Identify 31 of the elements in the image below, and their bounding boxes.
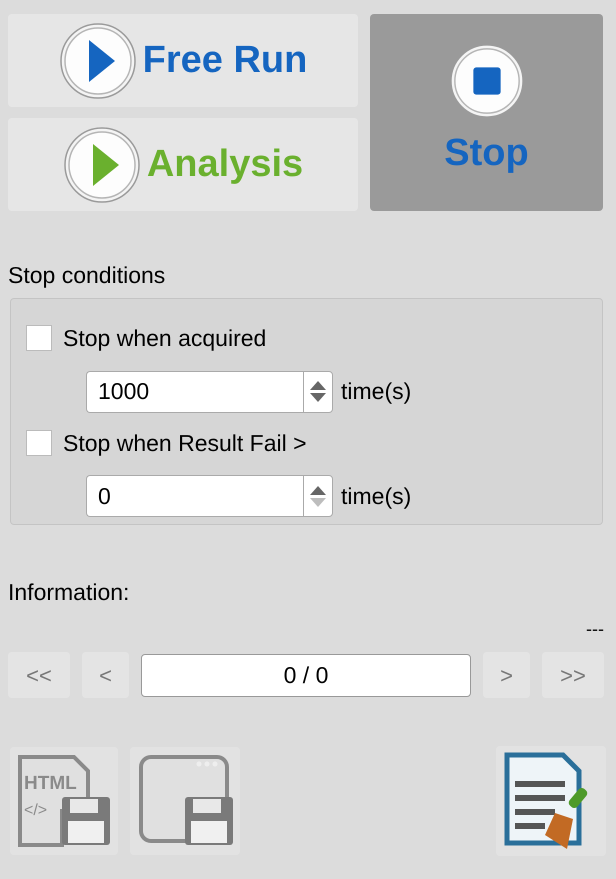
first-button[interactable]: << xyxy=(8,652,70,698)
spin-control[interactable] xyxy=(303,370,333,412)
stop-icon xyxy=(448,43,524,119)
position-field: 0 / 0 xyxy=(141,654,471,696)
save-window-button[interactable] xyxy=(130,747,240,855)
checkbox-label: Stop when Result Fail > xyxy=(63,428,307,458)
stop-button[interactable]: Stop xyxy=(370,14,603,211)
section-title: Stop conditions xyxy=(8,264,166,287)
run-button[interactable]: Free Run xyxy=(8,14,358,107)
next-button[interactable]: > xyxy=(483,652,530,698)
unit-label: time(s) xyxy=(341,482,412,511)
run-button[interactable]: Analysis xyxy=(8,118,358,211)
spin-down-icon[interactable] xyxy=(310,393,326,402)
spin-up-icon[interactable] xyxy=(310,381,326,390)
number-field[interactable]: 1000 xyxy=(86,370,303,412)
play-icon xyxy=(62,126,141,204)
button-label: Free Run xyxy=(142,38,308,83)
checkbox[interactable] xyxy=(26,325,52,352)
spin-control[interactable] xyxy=(303,475,333,517)
unit-label: time(s) xyxy=(341,377,412,406)
play-icon xyxy=(58,22,137,100)
clear-report-button[interactable] xyxy=(496,746,606,856)
last-button[interactable]: >> xyxy=(542,652,604,698)
checkbox-label: Stop when acquired xyxy=(63,324,266,353)
status-text: --- xyxy=(586,620,604,638)
spin-up-icon[interactable] xyxy=(310,486,326,494)
checkbox[interactable] xyxy=(26,430,52,456)
section-title: Information: xyxy=(8,581,130,604)
number-field[interactable]: 0 xyxy=(86,475,303,517)
previous-button[interactable]: < xyxy=(82,652,129,698)
button-label: Analysis xyxy=(146,142,304,187)
